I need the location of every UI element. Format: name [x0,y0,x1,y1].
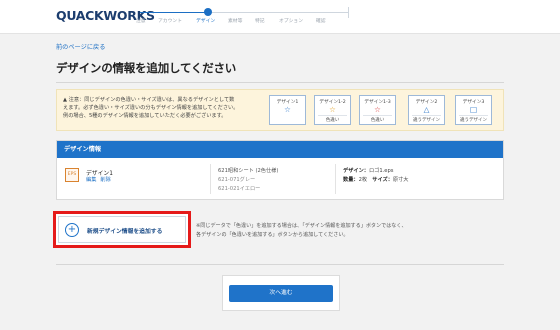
file-label: デザイン： [343,168,369,174]
plus-circle-icon: + [65,223,79,237]
file-info: デザイン：ロゴ1.eps 数量：2枚 サイズ：原寸大 [343,167,408,185]
step-notice: 注意 [136,19,146,24]
spec-material: 621昭和シート (2色仕様) [218,168,279,174]
notice-line: えます。必ず色違い・サイズ違いの分もデザイン情報を追加してください。 [63,105,239,112]
star-icon: ☆ [284,105,291,114]
site-header: QUACKWORKS 注意 アカウント デザイン 素材等 特記 オプション 確認 [0,0,560,34]
step-materials: 素材等 [228,19,243,24]
size-label: サイズ： [372,177,393,183]
variant-example-1-3: デザイン1-3 ☆ 色違い [359,95,396,125]
note-line: 各デザインの「色違いを追加する」ボタンから追加してください。 [196,231,349,238]
qty-value: 2枚 [358,177,368,183]
material-spec: 621昭和シート (2色仕様) 621-071グレー 621-021イエロー [218,167,278,194]
spec-color: 621-071グレー [218,177,256,183]
progress-end-marker [348,7,349,18]
variant-example-3: デザイン3 □ 違うデザイン [455,95,492,125]
step-account: アカウント [158,19,182,24]
step-design: デザイン [196,19,216,24]
variant-note: 違うデザイン [412,115,441,123]
step-confirm: 確認 [316,19,326,24]
add-design-button[interactable]: + 新規デザイン情報を追加する [58,216,186,243]
file-value: ロゴ1.eps [368,168,394,174]
variant-example-1: デザイン1 ☆ [269,95,306,125]
next-button[interactable]: 次へ進む [229,285,333,302]
note-line: ※同じデータで「色違い」を追加する場合は、「デザイン情報を追加する」ボタンではな… [196,223,407,229]
add-design-note: ※同じデータで「色違い」を追加する場合は、「デザイン情報を追加する」ボタンではな… [196,222,407,240]
page-title: デザインの情報を追加してください [56,61,237,75]
design-info-panel: デザイン情報 EPS デザイン1 編集 削除 621昭和シート (2色仕様) 62… [56,140,504,200]
variant-example-2: デザイン2 △ 違うデザイン [408,95,445,125]
panel-title: デザイン情報 [57,141,503,158]
size-value: 原寸大 [392,177,409,183]
column-divider [210,164,211,194]
column-divider [335,164,336,194]
triangle-icon: △ [423,105,430,114]
star-icon: ☆ [329,105,336,114]
add-design-label: 新規デザイン情報を追加する [87,229,163,235]
star-icon: ☆ [374,105,381,114]
add-design-highlight: + 新規デザイン情報を追加する [53,211,191,248]
variant-example-1-2: デザイン1-2 ☆ 色違い [314,95,351,125]
step-special: 特記 [255,19,265,24]
eps-file-icon: EPS [65,168,79,182]
progress-track [140,12,348,13]
notice-line: 例の場合、5種のデザイン情報を追加していただく必要がございます。 [63,113,227,120]
progress-current-dot [204,8,212,16]
variant-note: 違うデザイン [459,115,488,123]
variant-note: 色違い [363,115,392,123]
square-icon: □ [469,105,478,114]
step-options: オプション [279,19,303,24]
bottom-divider [56,264,504,265]
notice-line: ▲ 注意：同じデザインの色違い・サイズ違いは、異なるデザインとして数 [63,97,235,103]
edit-link[interactable]: 編集 [86,177,96,183]
variant-note: 色違い [318,115,347,123]
delete-link[interactable]: 削除 [100,177,110,183]
qty-label: 数量： [343,177,359,183]
title-divider [56,82,504,83]
notice-box: ▲ 注意：同じデザインの色違い・サイズ違いは、異なるデザインとして数 えます。必… [56,89,504,131]
next-button-container: 次へ進む [222,275,340,311]
design-actions: 編集 削除 [86,176,115,183]
spec-color: 621-021イエロー [218,186,261,192]
notice-text: ▲ 注意：同じデザインの色違い・サイズ違いは、異なるデザインとして数 えます。必… [63,96,255,121]
back-link[interactable]: 前のページに戻る [56,42,105,51]
